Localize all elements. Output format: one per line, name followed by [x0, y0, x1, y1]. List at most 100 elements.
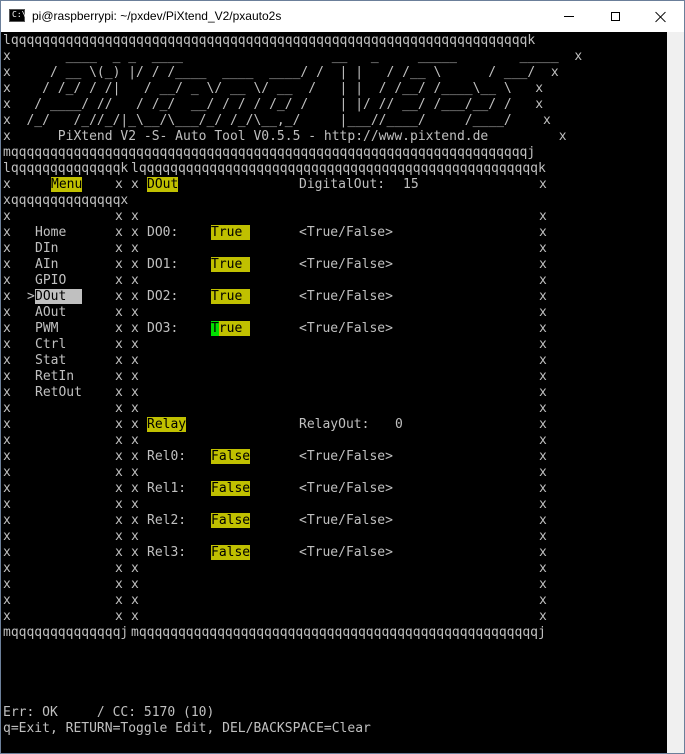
maximize-button[interactable]	[592, 1, 638, 32]
menu-left-border: x	[3, 289, 11, 304]
menu-right-border: x	[115, 289, 123, 304]
menu-left-border: x	[3, 465, 11, 480]
rel0-value-field[interactable]: False	[211, 449, 251, 465]
terminal-screen[interactable]: lqqqqqqqqqqqqqqqqqqqqqqqqqqqqqqqqqqqqqqq…	[3, 33, 667, 751]
banner-bottom-border: mqqqqqqqqqqqqqqqqqqqqqqqqqqqqqqqqqqqqqqq…	[3, 145, 536, 160]
menu-right-border: x	[115, 497, 123, 512]
banner-art-line: x / /_/ / /| / __/ _ \/ __ \/ __ / | | /…	[3, 81, 544, 96]
rel1-label: Rel1:	[147, 481, 187, 496]
menu-left-border: x	[3, 593, 11, 608]
main-left-border: x	[131, 481, 139, 496]
main-left-border: x	[131, 561, 139, 576]
main-left-border: x	[131, 465, 139, 480]
menu-left-border: x	[3, 561, 11, 576]
menu-item-ctrl[interactable]: Ctrl	[35, 337, 66, 353]
menu-right-border: x	[115, 385, 123, 400]
main-left-border: x	[131, 593, 139, 608]
menu-item-retin[interactable]: RetIn	[35, 369, 74, 385]
rel2-value-field[interactable]: False	[211, 513, 251, 529]
menu-item-retout[interactable]: RetOut	[35, 385, 82, 401]
menu-item-home[interactable]: Home	[35, 225, 66, 241]
rel1-value-field[interactable]: False	[211, 481, 251, 497]
menu-left-border: x	[3, 369, 11, 384]
menu-item-stat[interactable]: Stat	[35, 353, 66, 369]
main-right-border: x	[539, 401, 547, 416]
main-right-border: x	[539, 209, 547, 224]
menu-left-border: x	[3, 513, 11, 528]
do3-value-field[interactable]: True	[211, 321, 251, 337]
main-right-border: x	[539, 289, 547, 304]
main-bottom-border: mqqqqqqqqqqqqqqqqqqqqqqqqqqqqqqqqqqqqqqq…	[131, 625, 546, 640]
menu-left-border: x	[3, 257, 11, 272]
menu-right-border: x	[115, 449, 123, 464]
rel3-label: Rel3:	[147, 545, 187, 560]
do2-hint: <True/False>	[299, 289, 393, 304]
menu-left-border: x	[3, 321, 11, 336]
minimize-icon	[564, 16, 574, 17]
banner-art-line: x / __ \(_) |/ / /____ ____ ____/ / | | …	[3, 65, 559, 80]
menu-left-border: x	[3, 529, 11, 544]
main-left-border: x	[131, 177, 139, 192]
console-icon: C:\	[9, 9, 26, 22]
do2-value-field[interactable]: True	[211, 289, 251, 305]
main-right-border: x	[539, 257, 547, 272]
minimize-button[interactable]	[546, 1, 592, 32]
main-left-border: x	[131, 289, 139, 304]
vertical-scrollbar[interactable]	[667, 32, 684, 753]
main-right-border: x	[539, 545, 547, 560]
menu-right-border: x	[115, 433, 123, 448]
menu-right-border: x	[115, 353, 123, 368]
main-right-border: x	[539, 305, 547, 320]
main-left-border: x	[131, 401, 139, 416]
menu-right-border: x	[115, 337, 123, 352]
menu-item-dout[interactable]: DOut	[35, 289, 82, 305]
menu-right-border: x	[115, 369, 123, 384]
main-right-border: x	[539, 529, 547, 544]
main-left-border: x	[131, 545, 139, 560]
close-button[interactable]	[638, 1, 684, 32]
main-right-border: x	[539, 497, 547, 512]
main-right-border: x	[539, 273, 547, 288]
menu-right-border: x	[115, 481, 123, 496]
do1-value-field[interactable]: True	[211, 257, 251, 273]
main-right-border: x	[539, 225, 547, 240]
title-bar[interactable]: C:\ pi@raspberrypi: ~/pxdev/PiXtend_V2/p…	[1, 1, 684, 32]
menu-right-border: x	[115, 241, 123, 256]
main-right-border: x	[539, 433, 547, 448]
menu-item-gpio[interactable]: GPIO	[35, 273, 66, 289]
digitalout-label: DigitalOut:	[299, 177, 386, 192]
menu-title: Menu	[51, 177, 83, 192]
menu-right-border: x	[115, 209, 123, 224]
main-left-border: x	[131, 369, 139, 384]
menu-item-din[interactable]: DIn	[35, 241, 58, 257]
menu-item-ain[interactable]: AIn	[35, 257, 58, 273]
menu-selected-marker: >	[27, 289, 35, 304]
do3-label: DO3:	[147, 321, 179, 336]
menu-right-border: x	[115, 257, 123, 272]
menu-item-aout[interactable]: AOut	[35, 305, 66, 321]
menu-left-border: x	[3, 177, 11, 192]
main-left-border: x	[131, 305, 139, 320]
main-right-border: x	[539, 417, 547, 432]
text-cursor: T	[211, 321, 219, 336]
rel1-hint: <True/False>	[299, 481, 393, 496]
main-left-border: x	[131, 321, 139, 336]
main-right-border: x	[539, 561, 547, 576]
menu-right-border: x	[115, 577, 123, 592]
main-right-border: x	[539, 513, 547, 528]
banner-version: x PiXtend V2 -S- Auto Tool V0.5.5 - http…	[3, 129, 567, 144]
menu-left-border: x	[3, 577, 11, 592]
menu-item-pwm[interactable]: PWM	[35, 321, 58, 337]
terminal-window: C:\ pi@raspberrypi: ~/pxdev/PiXtend_V2/p…	[0, 0, 685, 754]
banner-art-line: x / ____/ // / /_/ __/ / / / /_/ / | |/ …	[3, 97, 544, 112]
main-left-border: x	[131, 497, 139, 512]
do0-value-field[interactable]: True	[211, 225, 251, 241]
rel0-hint: <True/False>	[299, 449, 393, 464]
main-left-border: x	[131, 225, 139, 240]
menu-left-border: x	[3, 385, 11, 400]
main-right-border: x	[539, 577, 547, 592]
do0-label: DO0:	[147, 225, 179, 240]
status-error-line: Err: OK / CC: 5170 (10)	[3, 705, 215, 720]
rel3-value-field[interactable]: False	[211, 545, 251, 561]
rel3-hint: <True/False>	[299, 545, 393, 560]
